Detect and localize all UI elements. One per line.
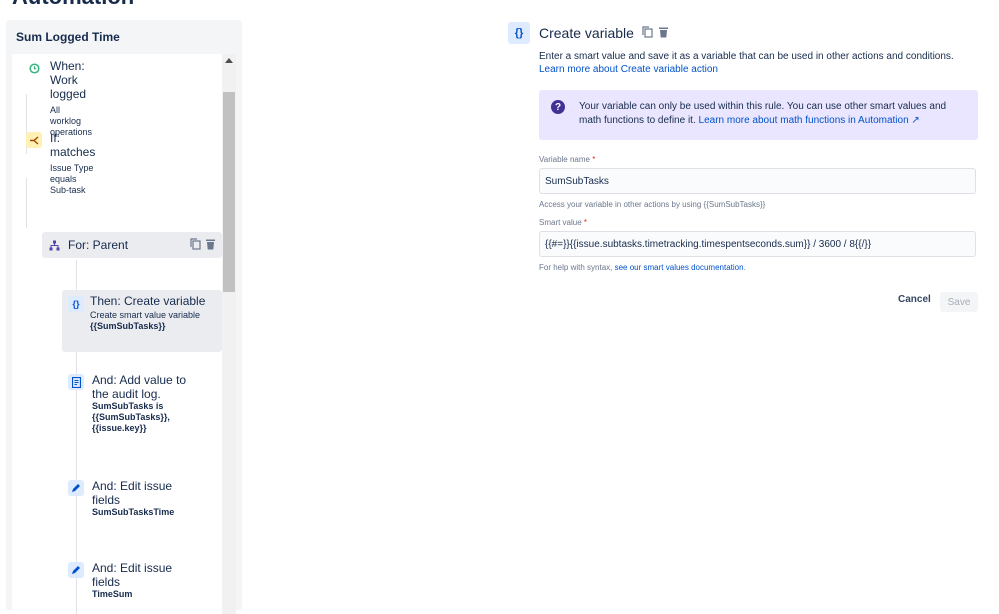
branch-tools: [190, 238, 216, 253]
trash-icon[interactable]: [658, 26, 669, 41]
detail-header: {} Create variable: [508, 22, 669, 44]
cancel-button[interactable]: Cancel: [898, 294, 931, 305]
scrollbar[interactable]: [222, 54, 236, 614]
required-marker: *: [583, 218, 588, 227]
component-text: When: Work logged All worklog operations: [50, 59, 92, 138]
component-title: Then: Create variable: [90, 294, 206, 308]
detail-title: Create variable: [539, 25, 634, 41]
component-text: And: Add value to the audit log. SumSubT…: [92, 373, 202, 434]
component-title: And: Add value to the audit log.: [92, 373, 187, 401]
detail-tools: [642, 25, 669, 41]
component-value: SumSubTasks is {{SumSubTasks}}, {{issue.…: [92, 401, 170, 433]
pencil-icon: [68, 562, 84, 578]
component-value: SumSubTasksTime: [92, 507, 175, 517]
component-title: If: matches: [50, 131, 96, 159]
variable-name-label: Variable name *: [539, 155, 596, 164]
rule-component-branch[interactable]: For: Parent: [42, 232, 222, 258]
pencil-icon: [68, 480, 84, 496]
save-button[interactable]: Save: [940, 292, 978, 312]
copy-icon[interactable]: [190, 238, 201, 253]
variable-name-help: Access your variable in other actions by…: [539, 200, 766, 209]
component-value: {{SumSubTasks}}: [90, 321, 166, 331]
component-text: And: Edit issue fields SumSubTasksTime: [92, 479, 202, 518]
component-title: When: Work logged: [50, 59, 87, 101]
component-description: Issue Type equals Sub-task: [50, 163, 94, 195]
info-text: Your variable can only be used within th…: [579, 100, 969, 128]
required-marker: *: [592, 155, 596, 164]
math-functions-link[interactable]: Learn more about math functions in Autom…: [699, 115, 920, 126]
braces-icon: {}: [508, 22, 530, 44]
component-text: Then: Create variable Create smart value…: [90, 294, 218, 332]
condition-icon: [26, 132, 42, 148]
smart-value-label: Smart value *: [539, 218, 588, 227]
description-text: Enter a smart value and save it as a var…: [539, 51, 954, 62]
rule-component-list: When: Work logged All worklog operations…: [12, 54, 222, 614]
component-title: For: Parent: [68, 238, 129, 252]
rule-component-create-variable[interactable]: {} Then: Create variable Create smart va…: [62, 290, 222, 352]
variable-name-input[interactable]: SumSubTasks: [539, 168, 976, 194]
copy-icon[interactable]: [642, 25, 653, 41]
rule-panel: Sum Logged Time When: Work logged All wo…: [6, 20, 242, 614]
trash-icon[interactable]: [205, 238, 216, 253]
smart-value-help: For help with syntax, see our smart valu…: [539, 263, 746, 272]
smart-value-input[interactable]: {{#=}}{{issue.subtasks.timetracking.time…: [539, 231, 976, 257]
connector-line: [26, 178, 27, 228]
braces-icon: {}: [68, 296, 84, 312]
component-description: Create smart value variable: [90, 310, 201, 320]
branch-icon: [46, 237, 62, 253]
smart-values-docs-link[interactable]: see our smart values documentation: [615, 263, 744, 272]
rule-name: Sum Logged Time: [16, 30, 120, 44]
learn-more-link[interactable]: Learn more about Create variable action: [539, 64, 718, 75]
clock-icon: [26, 60, 42, 76]
question-icon: ?: [551, 100, 565, 114]
component-title: And: Edit issue fields: [92, 561, 173, 589]
component-text: If: matches Issue Type equals Sub-task: [50, 131, 95, 196]
component-text: And: Edit issue fields TimeSum: [92, 561, 202, 600]
component-title: And: Edit issue fields: [92, 479, 173, 507]
info-panel: ? Your variable can only be used within …: [539, 90, 978, 140]
detail-description: Enter a smart value and save it as a var…: [539, 50, 979, 76]
log-icon: [68, 374, 84, 390]
scroll-thumb[interactable]: [223, 92, 235, 292]
scroll-up-arrow-icon[interactable]: [225, 58, 233, 63]
page-title: Automation: [12, 0, 134, 10]
